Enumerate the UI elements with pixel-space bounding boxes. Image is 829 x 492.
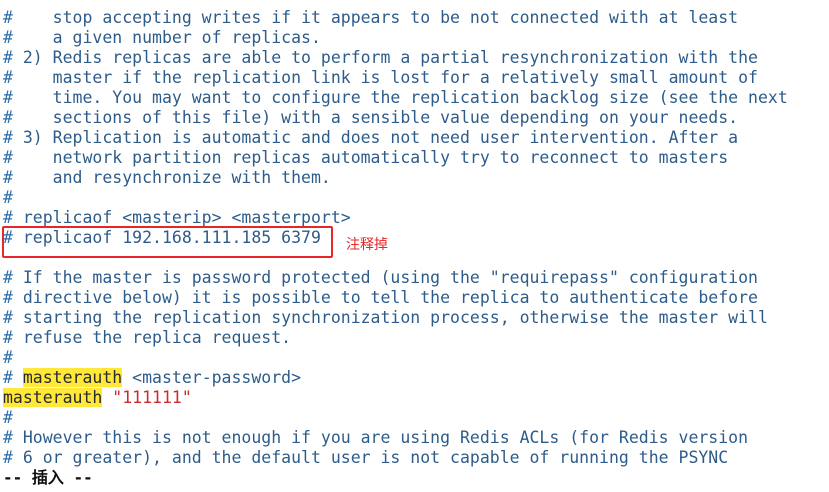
text-line: # refuse the replica request. [3, 328, 829, 348]
comment-hash: # [3, 408, 13, 427]
text-line: # [3, 348, 829, 368]
line-text: a given number of replicas. [12, 28, 321, 47]
line-text: stop accepting writes if it appears to b… [12, 8, 739, 27]
search-highlight: masterauth [22, 368, 123, 387]
line-text: However this is not enough if you are us… [12, 428, 749, 447]
text-line: # 3) Replication is automatic and does n… [3, 128, 829, 148]
comment-hash: # [3, 268, 13, 287]
line-text [13, 368, 23, 387]
vim-editor[interactable]: # stop accepting writes if it appears to… [0, 0, 829, 492]
comment-hash: # [3, 428, 13, 447]
annotation-box [2, 226, 333, 258]
text-line: # starting the replication synchronizati… [3, 308, 829, 328]
comment-hash: # [3, 308, 13, 327]
line-text: 3) Replication is automatic and does not… [12, 128, 739, 147]
top-strip [0, 0, 829, 4]
line-text: master if the replication link is lost f… [12, 68, 758, 87]
comment-hash: # [3, 288, 13, 307]
comment-hash: # [3, 28, 13, 47]
comment-hash: # [3, 368, 13, 387]
text-line: # replicaof <masterip> <masterport> [3, 208, 829, 228]
comment-hash: # [3, 48, 13, 67]
text-line: # directive below) it is possible to tel… [3, 288, 829, 308]
line-text: replicaof <masterip> <masterport> [12, 208, 351, 227]
text-line: # However this is not enough if you are … [3, 428, 829, 448]
text-line: # 2) Redis replicas are able to perform … [3, 48, 829, 68]
line-text: time. You may want to configure the repl… [12, 88, 788, 107]
text-line: # network partition replicas automatical… [3, 148, 829, 168]
comment-hash: # [3, 168, 13, 187]
line-text: directive below) it is possible to tell … [12, 288, 758, 307]
line-text: 6 or greater), and the default user is n… [12, 448, 729, 467]
comment-hash: # [3, 108, 13, 127]
text-line: # time. You may want to configure the re… [3, 88, 829, 108]
text-line: # sections of this file) with a sensible… [3, 108, 829, 128]
line-text: starting the replication synchronization… [12, 308, 768, 327]
masterauth-setting-line: masterauth "111111" [3, 388, 829, 408]
comment-hash: # [3, 348, 13, 367]
text-line: # If the master is password protected (u… [3, 268, 829, 288]
comment-hash: # [3, 148, 13, 167]
text-line: # [3, 408, 829, 428]
annotation-label: 注释掉 [346, 237, 388, 253]
comment-hash: # [3, 448, 13, 467]
text-line: # 6 or greater), and the default user is… [3, 448, 829, 468]
vim-mode-indicator: -- 插入 -- [3, 468, 93, 487]
comment-hash: # [3, 88, 13, 107]
line-text: 2) Redis replicas are able to perform a … [12, 48, 758, 67]
search-highlight: masterauth [3, 388, 103, 407]
masterauth-comment-line: # masterauth <master-password> [3, 368, 829, 388]
line-text: If the master is password protected (usi… [12, 268, 758, 287]
line-text: network partition replicas automatically… [12, 148, 729, 167]
line-text: refuse the replica request. [12, 328, 292, 347]
comment-hash: # [3, 68, 13, 87]
text-line: # a given number of replicas. [3, 28, 829, 48]
text-line: # stop accepting writes if it appears to… [3, 8, 829, 28]
comment-hash: # [3, 128, 13, 147]
line-text: <master-password> [122, 368, 302, 387]
text-line: # and resynchronize with them. [3, 168, 829, 188]
text-line: # [3, 188, 829, 208]
comment-hash: # [3, 188, 13, 207]
comment-hash: # [3, 208, 13, 227]
comment-hash: # [3, 8, 13, 27]
comment-hash: # [3, 328, 13, 347]
line-text: and resynchronize with them. [12, 168, 331, 187]
line-text: sections of this file) with a sensible v… [12, 108, 739, 127]
password-value: "111111" [102, 388, 192, 407]
text-line: # master if the replication link is lost… [3, 68, 829, 88]
